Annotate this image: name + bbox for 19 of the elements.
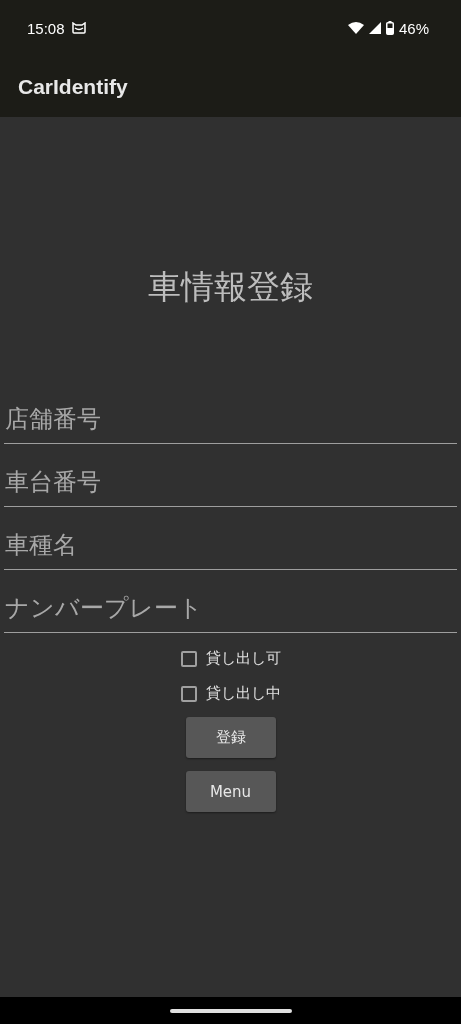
checkbox[interactable]	[180, 650, 197, 667]
home-indicator[interactable]	[169, 1008, 292, 1013]
page-title: 車情報登録	[148, 266, 313, 308]
checkbox[interactable]	[180, 685, 197, 702]
checkbox-label[interactable]: 貸し出し可	[205, 649, 281, 668]
register-button[interactable]: 登録	[185, 717, 276, 758]
input-field[interactable]: ナンバープレート	[4, 584, 457, 633]
input-field[interactable]: 店舗番号	[4, 395, 457, 444]
app-title: CarIdentify	[18, 74, 128, 99]
menu-button[interactable]: Menu	[185, 771, 276, 812]
battery-percent: 46%	[398, 19, 429, 37]
input-field[interactable]: 車台番号	[4, 458, 457, 507]
battery-icon	[385, 21, 394, 35]
input-field[interactable]: 車種名	[4, 521, 457, 570]
checkbox-label[interactable]: 貸し出し中	[205, 684, 281, 703]
signal-icon	[368, 22, 381, 34]
wifi-icon	[347, 22, 364, 34]
status-time: 15:08	[27, 19, 65, 37]
cat-icon	[71, 22, 86, 34]
